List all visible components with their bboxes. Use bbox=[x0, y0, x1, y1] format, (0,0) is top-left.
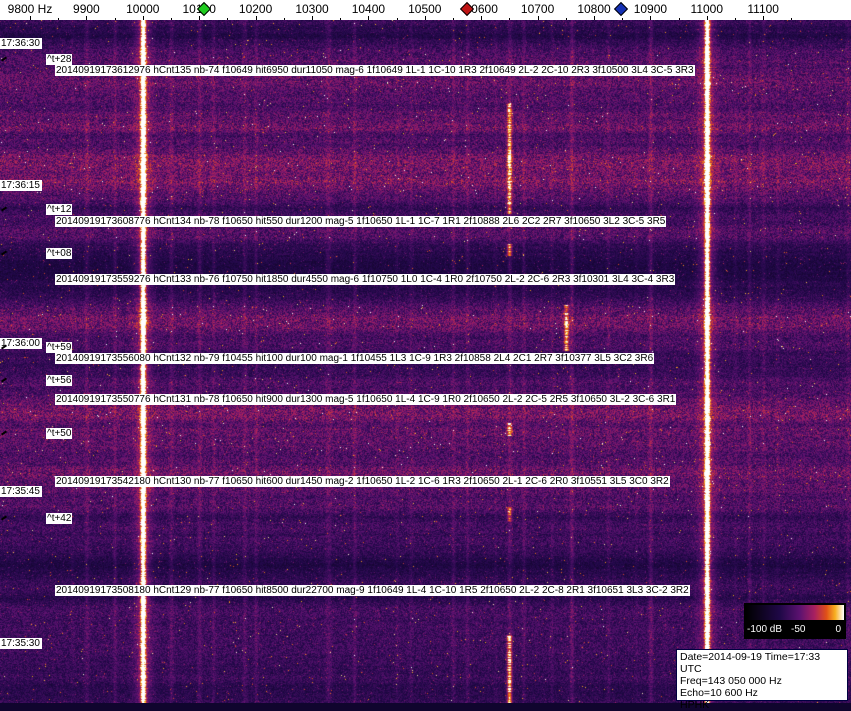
freq-tick-label: 10200 bbox=[238, 2, 273, 16]
freq-minor-tick-mark bbox=[622, 18, 624, 20]
detection-data-line: 20140919173559276 hCnt133 nb-76 f10750 h… bbox=[55, 274, 676, 285]
freq-minor-tick-mark bbox=[565, 18, 567, 20]
freq-tick-mark bbox=[142, 16, 144, 20]
detection-time-tag: ^t+28 bbox=[46, 54, 73, 65]
freq-minor-tick-mark bbox=[453, 18, 454, 20]
colorbar-label-min: -100 dB bbox=[747, 624, 783, 635]
colorbar-label-max: 0 bbox=[835, 624, 841, 635]
time-axis-label: 17:35:30 bbox=[0, 638, 42, 649]
detection-edge-tick bbox=[0, 430, 8, 436]
freq-tick-mark bbox=[594, 16, 595, 20]
blue-diamond-marker[interactable] bbox=[613, 1, 629, 17]
detection-edge-tick bbox=[0, 377, 8, 383]
info-date-time: Date=2014-09-19 Time=17:33 UTC bbox=[680, 651, 821, 675]
freq-minor-tick-mark bbox=[678, 18, 680, 20]
time-axis-label: 17:35:45 bbox=[0, 486, 42, 497]
detection-data-line: 20140919173542180 hCnt130 nb-77 f10650 h… bbox=[55, 476, 670, 487]
detection-time-tag: ^t+59 bbox=[46, 342, 73, 353]
freq-minor-tick-mark bbox=[227, 18, 229, 20]
frequency-axis: 9800 Hz990010000101001020010300104001050… bbox=[0, 0, 851, 20]
freq-minor-tick-mark bbox=[58, 18, 60, 20]
freq-tick-mark bbox=[312, 16, 313, 20]
detection-edge-tick bbox=[0, 56, 8, 62]
spectrogram-display: 9800 Hz990010000101001020010300104001050… bbox=[0, 0, 851, 711]
freq-minor-tick-mark bbox=[340, 18, 342, 20]
detection-time-tag: ^t+50 bbox=[46, 428, 73, 439]
freq-tick-mark bbox=[706, 16, 708, 20]
time-axis-label: 17:36:30 bbox=[0, 38, 42, 49]
detection-data-line: 20140919173508180 hCnt129 nb-77 f10650 h… bbox=[55, 585, 690, 596]
detection-data-line: 20140919173612976 hCnt135 nb-74 f10649 h… bbox=[55, 65, 695, 76]
detection-time-tag: ^t+56 bbox=[46, 375, 73, 386]
detection-time-tag: ^t+08 bbox=[46, 248, 73, 259]
colorbar-gradient bbox=[746, 605, 844, 620]
detection-edge-tick bbox=[0, 250, 8, 256]
overlay-layer: 17:36:30 17:36:15 17:36:00 17:35:45 17:35:30… bbox=[0, 0, 851, 703]
freq-tick-label: 10400 bbox=[351, 2, 386, 16]
detection-edge-tick bbox=[0, 515, 8, 521]
freq-tick-label: 10700 bbox=[520, 2, 555, 16]
freq-tick-mark bbox=[481, 16, 483, 20]
freq-tick-mark bbox=[650, 16, 652, 20]
freq-tick-label: 10500 bbox=[408, 2, 442, 16]
colorbar-label-mid: -50 bbox=[791, 624, 806, 635]
db-colorbar: -100 dB -50 0 bbox=[744, 603, 846, 639]
freq-tick-label: 10000 bbox=[126, 2, 160, 16]
detection-edge-tick bbox=[0, 206, 8, 212]
freq-minor-tick-mark bbox=[396, 18, 398, 20]
freq-minor-tick-mark bbox=[283, 18, 285, 20]
freq-tick-mark bbox=[199, 16, 201, 20]
freq-tick-mark bbox=[424, 16, 426, 20]
freq-tick-mark bbox=[255, 16, 257, 20]
status-info-box: Date=2014-09-19 Time=17:33 UTC Freq=143 … bbox=[676, 649, 848, 711]
freq-tick-mark bbox=[30, 16, 31, 20]
freq-tick-mark bbox=[368, 16, 370, 20]
freq-tick-label: 10800 bbox=[577, 2, 611, 16]
freq-tick-label: 10900 bbox=[633, 2, 668, 16]
time-axis-label: 17:36:15 bbox=[0, 180, 42, 191]
freq-tick-label: 10300 bbox=[295, 2, 329, 16]
info-frequency: Freq=143 050 000 Hz bbox=[680, 675, 782, 687]
info-station: HPHK bbox=[680, 699, 710, 711]
freq-tick-label: 11000 bbox=[690, 2, 724, 16]
freq-tick-label: 11100 bbox=[747, 2, 779, 16]
freq-minor-tick-mark bbox=[791, 18, 793, 20]
freq-minor-tick-mark bbox=[171, 18, 172, 20]
colorbar-labels: -100 dB -50 0 bbox=[745, 624, 845, 636]
detection-time-tag: ^t+12 bbox=[46, 204, 73, 215]
detection-time-tag: ^t+42 bbox=[46, 513, 73, 524]
freq-tick-label: 9900 bbox=[73, 2, 100, 16]
detection-data-line: 20140919173556080 hCnt132 nb-79 f10455 h… bbox=[55, 353, 655, 364]
freq-tick-mark bbox=[537, 16, 539, 20]
freq-minor-tick-mark bbox=[509, 18, 511, 20]
time-axis-label: 17:36:00 bbox=[0, 338, 42, 349]
freq-tick-mark bbox=[763, 16, 765, 20]
info-echo: Echo=10 600 Hz bbox=[680, 687, 758, 699]
freq-minor-tick-mark bbox=[735, 18, 736, 20]
freq-minor-tick-mark bbox=[114, 18, 116, 20]
freq-tick-label: 9800 Hz bbox=[7, 2, 53, 16]
detection-data-line: 20140919173608776 hCnt134 nb-78 f10650 h… bbox=[55, 216, 667, 227]
detection-data-line: 20140919173550776 hCnt131 nb-78 f10650 h… bbox=[55, 394, 677, 405]
freq-tick-mark bbox=[86, 16, 88, 20]
